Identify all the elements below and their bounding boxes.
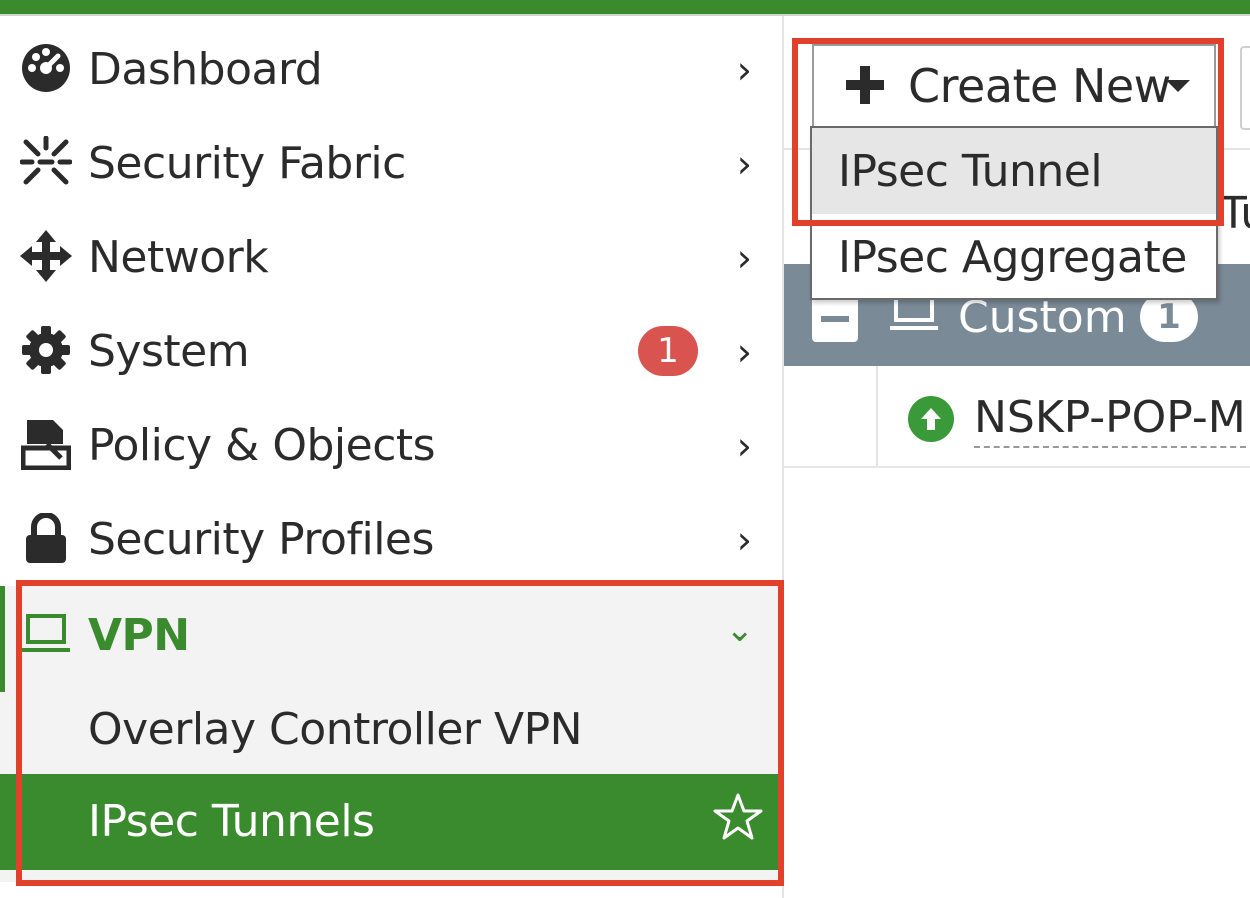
policy-icon xyxy=(18,416,74,472)
chevron-right-icon: › xyxy=(736,330,752,374)
sidebar-item-network[interactable]: Network › xyxy=(0,210,780,304)
sidebar-item-system[interactable]: System 1 › xyxy=(0,304,780,398)
chevron-right-icon: › xyxy=(736,518,752,562)
column-header: Tu xyxy=(1220,188,1250,239)
top-accent-bar xyxy=(0,0,1250,14)
menu-item-label: IPsec Aggregate xyxy=(838,232,1187,283)
notification-badge: 1 xyxy=(638,326,698,376)
chevron-right-icon: › xyxy=(736,236,752,280)
status-up-icon xyxy=(908,396,954,442)
highlight-box-create-new xyxy=(792,38,1224,226)
sidebar-item-label: Network xyxy=(88,232,269,283)
gear-icon xyxy=(18,322,74,378)
collapse-group-icon[interactable] xyxy=(812,296,858,342)
sidebar-item-label: Policy & Objects xyxy=(88,420,436,471)
column-divider xyxy=(876,366,878,466)
chevron-right-icon: › xyxy=(736,48,752,92)
highlight-box-vpn xyxy=(16,580,784,886)
sidebar-item-security-profiles[interactable]: Security Profiles › xyxy=(0,492,780,586)
search-input[interactable] xyxy=(1240,46,1250,130)
sidebar-item-policy-objects[interactable]: Policy & Objects › xyxy=(0,398,780,492)
sidebar-item-label: Dashboard xyxy=(88,44,323,95)
tunnel-name-link[interactable]: NSKP-POP-M xyxy=(974,390,1246,448)
table-row[interactable]: NSKP-POP-M xyxy=(784,366,1250,468)
security-fabric-icon xyxy=(18,134,74,190)
lock-icon xyxy=(18,510,74,566)
sidebar-item-dashboard[interactable]: Dashboard › xyxy=(0,22,780,116)
dashboard-icon xyxy=(18,40,74,96)
chevron-right-icon: › xyxy=(736,424,752,468)
sidebar-item-security-fabric[interactable]: Security Fabric › xyxy=(0,116,780,210)
sidebar-item-label: Security Fabric xyxy=(88,138,406,189)
sidebar-item-label: System xyxy=(88,326,250,377)
sidebar-item-label: Security Profiles xyxy=(88,514,434,565)
network-icon xyxy=(18,228,74,284)
menu-item-ipsec-aggregate[interactable]: IPsec Aggregate xyxy=(812,214,1216,300)
chevron-right-icon: › xyxy=(736,142,752,186)
